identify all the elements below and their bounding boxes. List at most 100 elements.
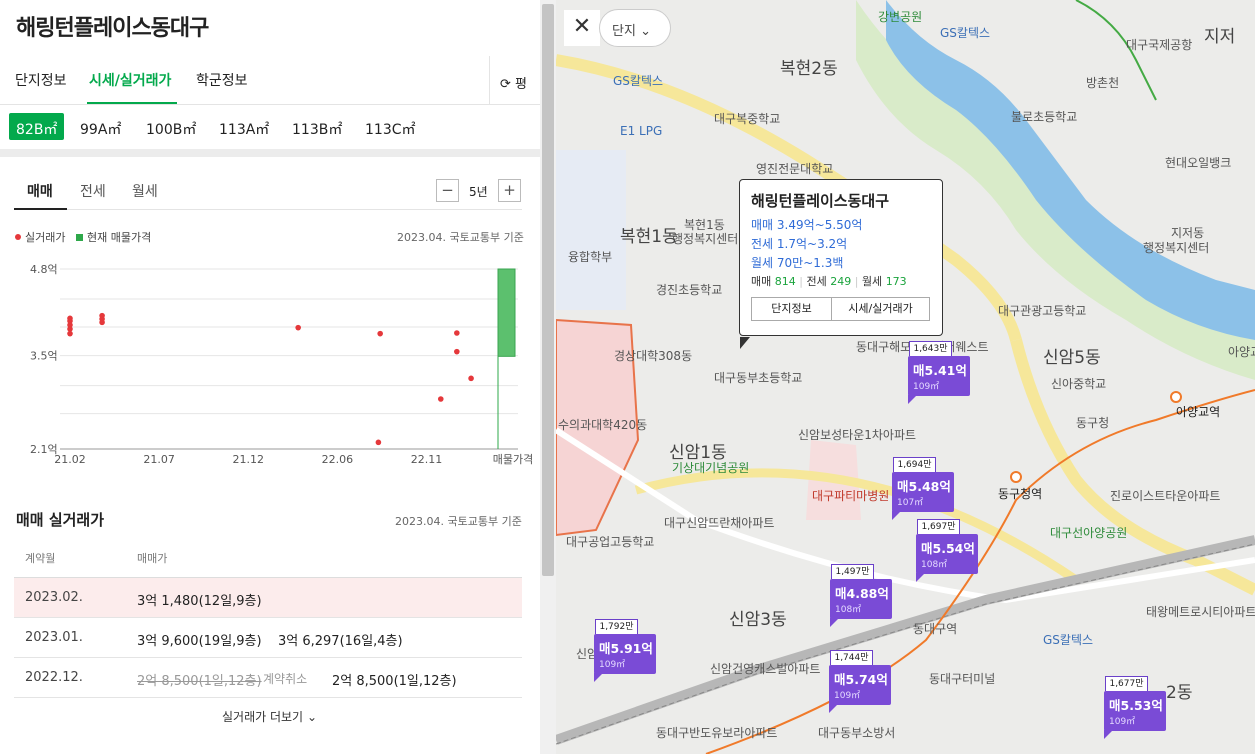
map-label: 대구관광고등학교 [998, 304, 1087, 318]
x-tick-label: 22.06 [322, 453, 354, 466]
map-label: 행정복지센터 [672, 232, 739, 246]
period-label: 5년 [469, 185, 488, 199]
subtab-underline [14, 208, 67, 210]
table-row: 2023.02. 3억 1,480(12일,9층) [14, 578, 522, 618]
area-selector: 82B㎡ 99A㎡ 100B㎡ 113A㎡ 113B㎡ 113C㎡ [0, 106, 540, 149]
section-source: 2023.04. 국토교통부 기준 [395, 515, 522, 528]
main-tabs: 단지정보 시세/실거래가 학군정보 ⟳ 평 [0, 56, 540, 105]
legend-listing: 현재 매물가격 [76, 229, 151, 245]
table-row: 2023.01. 3억 9,600(19일,9층) 3억 6,297(16일,4… [14, 618, 522, 658]
green-square-icon [76, 234, 83, 241]
area-100b[interactable]: 100B㎡ [139, 113, 203, 140]
map-label: GS칼텍스 [940, 26, 991, 40]
map-label: 기상대기념공원 [672, 461, 750, 475]
row-month: 2022.12. [25, 670, 83, 685]
map-label: 대구파티마병원 [812, 489, 890, 503]
tab-complex-info[interactable]: 단지정보 [15, 70, 67, 90]
tab-monthly[interactable]: 월세 [132, 181, 158, 201]
data-point [375, 439, 382, 446]
row-month: 2023.02. [25, 590, 83, 605]
popup-price-button[interactable]: 시세/실거래가 [831, 297, 930, 321]
map-label: 신암보성타운1차아파트 [798, 428, 917, 442]
popup-sale-range: 매매 3.49억~5.50억 [751, 218, 863, 232]
map-label: 동구청 [1076, 416, 1110, 430]
data-point [454, 330, 460, 336]
subtab-line [14, 209, 522, 210]
more-transactions-button[interactable]: 실거래가 더보기 ⌄ [222, 708, 317, 725]
tab-jeonse[interactable]: 전세 [80, 181, 106, 201]
map-label: 신암3동 [729, 610, 787, 630]
map-label: 방촌천 [1086, 76, 1120, 90]
map-label: 불로초등학교 [1011, 110, 1078, 124]
tab-sale[interactable]: 매매 [27, 181, 53, 201]
price-chart: 4.8억3.5억2.1억21.02 21.07 21.12 22.06 22.11 매물가… [30, 263, 533, 466]
area-113a[interactable]: 113A㎡ [212, 113, 276, 140]
map-label: 동대구터미널 [929, 672, 996, 686]
scrollbar-thumb[interactable] [542, 4, 554, 576]
x-tick-label: 22.11 [411, 453, 443, 466]
row-deal: 2억 8,500(1일,12층) [332, 674, 457, 689]
map-label: 아양교 [1228, 345, 1255, 359]
map-background [556, 0, 1255, 754]
map-label: 대구동부초등학교 [714, 371, 803, 385]
section-title: 매매 실거래가 [16, 511, 105, 529]
active-tab-underline [87, 102, 177, 104]
row-deal-cancelled: 2억 8,500(1일,12층) [137, 674, 262, 689]
x-tick-label: 21.02 [54, 453, 86, 466]
map-label: 수의과대학420동 [558, 418, 648, 432]
x-tick-label: 21.12 [233, 453, 265, 466]
legend-actual: 실거래가 [15, 229, 65, 245]
map-label: 복현2동 [780, 59, 838, 79]
tab-price[interactable]: 시세/실거래가 [89, 70, 171, 90]
area-unit-toggle[interactable]: ⟳ 평 [489, 56, 540, 104]
map-label: 동대구역 [913, 622, 958, 636]
data-point [295, 324, 301, 331]
row-deal: 3억 1,480(12일,9층) [137, 594, 262, 609]
tab-school[interactable]: 학군정보 [196, 70, 248, 90]
map-label: 강변공원 [878, 10, 923, 24]
red-dot-icon [15, 234, 21, 240]
period-decrease-button[interactable]: − [436, 179, 459, 202]
popup-info-button[interactable]: 단지정보 [751, 297, 832, 321]
x-tick-label: 21.07 [143, 453, 175, 466]
row-month: 2023.01. [25, 630, 83, 645]
map-label: GS칼텍스 [1043, 633, 1094, 647]
detail-panel: 해링턴플레이스동대구 단지정보 시세/실거래가 학군정보 ⟳ 평 82B㎡ 99… [0, 0, 540, 754]
map-label: 현대오일뱅크 [1165, 156, 1232, 170]
map-label: 경상대학308동 [614, 349, 693, 363]
map-label: 신암5동 [1043, 348, 1101, 368]
x-tick-label: 매물가격 [493, 453, 533, 466]
map-label: 대구복중학교 [714, 112, 781, 126]
cancel-badge: 계약취소 [263, 672, 308, 686]
area-unit-label: 평 [515, 77, 528, 92]
data-point [437, 396, 444, 402]
period-increase-button[interactable]: + [498, 179, 521, 202]
map-label: GS칼텍스 [613, 74, 664, 88]
close-map-button[interactable]: ✕ [564, 10, 600, 46]
map-view[interactable]: ✕ 단지 ⌄ 지저 강변공원 GS칼텍스 대구국제공항 복현2동 방촌천 GS칼… [556, 0, 1255, 754]
area-82b[interactable]: 82B㎡ [9, 113, 65, 140]
col-price: 매매가 [137, 552, 168, 565]
map-label: 동대구반도유보라아파트 [656, 726, 778, 740]
area-99a[interactable]: 99A㎡ [73, 113, 128, 140]
col-month: 계약월 [25, 552, 56, 565]
map-label: 대구국제공항 [1126, 38, 1193, 52]
section-divider [0, 149, 540, 157]
filter-dropdown[interactable]: 단지 ⌄ [599, 9, 671, 47]
row-deal: 3억 9,600(19일,9층) [137, 634, 262, 649]
area-113c[interactable]: 113C㎡ [358, 113, 423, 140]
map-label: E1 LPG [620, 124, 663, 138]
chart-source: 2023.04. 국토교통부 기준 [397, 231, 524, 244]
map-label: 진로이스트타운아파트 [1110, 489, 1221, 503]
popup-jeonse-range: 전세 1.7억~3.2억 [751, 237, 848, 251]
map-label: 대구동부소방서 [818, 726, 896, 740]
data-point [468, 375, 474, 382]
area-113b[interactable]: 113B㎡ [285, 113, 349, 140]
map-label: 아양교역 [1176, 405, 1221, 419]
map-label: 2동 [1166, 683, 1193, 703]
map-label: 융합학부 [568, 250, 613, 264]
map-label: 대구신암뜨란채아파트 [664, 516, 775, 530]
map-label: 신암건영캐스빌아파트 [710, 662, 821, 676]
panel-scrollbar[interactable] [540, 0, 556, 754]
popup-title: 해링턴플레이스동대구 [751, 192, 890, 210]
